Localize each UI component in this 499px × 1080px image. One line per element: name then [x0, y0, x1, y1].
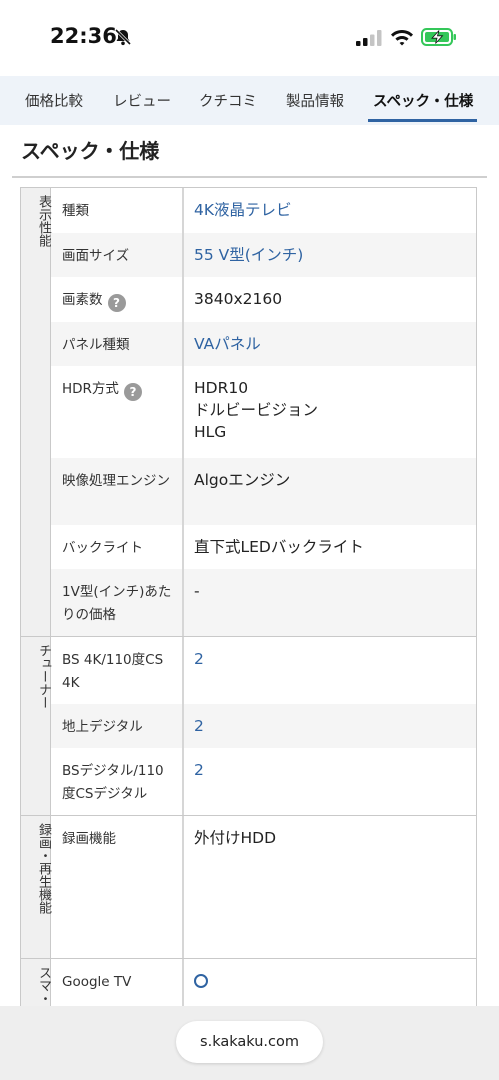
column-divider — [182, 458, 184, 525]
spec-row-label-text: 画素数 — [62, 292, 103, 308]
spec-row: HDR方式? HDR10 ドルビービジョン HLG — [51, 366, 476, 458]
spec-row-label: 地上デジタル — [62, 716, 174, 739]
tab-product-info[interactable]: 製品情報 — [286, 90, 344, 111]
spec-row-label: 映像処理エンジン — [62, 470, 174, 493]
spec-value: 直下式LEDバックライト — [194, 538, 364, 556]
spec-group-label-text: 表示性能 — [36, 195, 51, 247]
spec-group-label-text: チューナー — [36, 644, 51, 709]
spec-value: 外付けHDD — [194, 829, 277, 847]
browser-bottom-bar: s.kakaku.com — [0, 1006, 499, 1080]
supported-circle-icon[interactable] — [194, 974, 208, 988]
spec-row-label: BS 4K/110度CS 4K — [62, 649, 174, 695]
spec-row-label: 録画機能 — [62, 828, 174, 851]
spec-row-label: BSデジタル/110度CSデジタル — [62, 760, 174, 806]
spec-value-link[interactable]: 2 — [194, 715, 474, 737]
tab-bar: 価格比較 レビュー クチコミ 製品情報 スペック・仕様 — [0, 76, 499, 125]
spec-row-label-text: 1V型(インチ)あたりの価格 — [62, 584, 172, 623]
column-divider — [182, 366, 184, 458]
spec-group: 表示性能 種類 4K液晶テレビ画面サイズ 55 V型(インチ) 画素数? 3840x216… — [21, 188, 476, 636]
spec-row-label: 画面サイズ — [62, 245, 174, 268]
spec-group: 録画・再生機能 録画機能 外付けHDD — [21, 815, 476, 958]
cellular-signal-icon — [356, 30, 382, 46]
section-title: スペック・仕様 — [21, 139, 160, 163]
spec-row: 1V型(インチ)あたりの価格 - — [51, 569, 476, 636]
spec-row: BSデジタル/110度CSデジタル 2 — [51, 748, 476, 815]
tab-specs[interactable]: スペック・仕様 — [373, 90, 473, 111]
spec-value: 3840x2160 — [194, 290, 283, 308]
spec-row-label: 1V型(インチ)あたりの価格 — [62, 581, 174, 627]
spec-group-label-text: 録画・再生機能 — [36, 823, 51, 914]
spec-group-label: 表示性能 — [21, 188, 51, 636]
tab-word-of-mouth[interactable]: クチコミ — [199, 90, 257, 111]
spec-row-label-text: バックライト — [62, 540, 143, 556]
spec-value: HDR10 ドルビービジョン HLG — [194, 379, 319, 441]
spec-row: バックライト 直下式LEDバックライト — [51, 525, 476, 569]
spec-group: チューナー BS 4K/110度CS 4K 2 地上デジタル 2 BSデジタル/110度C… — [21, 636, 476, 815]
spec-row: 映像処理エンジン Algoエンジン — [51, 458, 476, 525]
help-icon[interactable]: ? — [123, 383, 142, 401]
status-bar: 22:36 — [0, 0, 499, 76]
spec-value-link[interactable] — [194, 970, 474, 994]
column-divider — [182, 322, 184, 366]
spec-value-link[interactable]: 2 — [194, 648, 474, 670]
spec-row: 画面サイズ 55 V型(インチ) — [51, 233, 476, 277]
spec-row-label-text: 地上デジタル — [62, 719, 143, 735]
spec-row: 録画機能 外付けHDD — [51, 816, 476, 958]
spec-value-link[interactable]: 4K液晶テレビ — [194, 199, 474, 221]
column-divider — [182, 569, 184, 636]
column-divider — [182, 816, 184, 958]
column-divider — [182, 704, 184, 748]
spec-group-label-text: スマ・ — [36, 966, 51, 1005]
spec-row-label-text: 映像処理エンジン — [62, 473, 170, 489]
spec-row-label: パネル種類 — [62, 334, 174, 357]
help-icon[interactable]: ? — [107, 294, 126, 312]
tab-reviews[interactable]: レビュー — [113, 90, 171, 111]
spec-row-label-text: BSデジタル/110度CSデジタル — [62, 763, 164, 802]
column-divider — [182, 525, 184, 569]
spec-value-link[interactable]: VAパネル — [194, 333, 474, 355]
column-divider — [182, 748, 184, 815]
spec-value: - — [194, 582, 200, 600]
status-time: 22:36 — [50, 24, 117, 48]
spec-row-label-text: Google TV — [62, 974, 132, 990]
spec-group: スマ・ Google TV — [21, 958, 476, 1007]
spec-row-label: Google TV — [62, 971, 174, 994]
column-divider — [182, 233, 184, 277]
tab-price-compare[interactable]: 価格比較 — [25, 90, 83, 111]
spec-row-label: HDR方式? — [62, 378, 174, 401]
spec-row: BS 4K/110度CS 4K 2 — [51, 637, 476, 704]
wifi-icon — [391, 30, 413, 46]
spec-row-label-text: 録画機能 — [62, 831, 116, 847]
title-divider — [12, 176, 487, 178]
spec-row-label-text: BS 4K/110度CS 4K — [62, 652, 164, 691]
address-bar[interactable]: s.kakaku.com — [176, 1021, 323, 1063]
spec-table: 表示性能 種類 4K液晶テレビ画面サイズ 55 V型(インチ) 画素数? 3840x216… — [20, 187, 477, 1008]
spec-value-link[interactable]: 2 — [194, 759, 474, 781]
spec-row: パネル種類 VAパネル — [51, 322, 476, 366]
spec-row: 種類 4K液晶テレビ — [51, 188, 476, 233]
bell-slash-icon — [114, 28, 132, 46]
spec-value-link[interactable]: 55 V型(インチ) — [194, 244, 474, 266]
spec-row-label-text: 画面サイズ — [62, 248, 130, 264]
spec-row: Google TV — [51, 959, 476, 1007]
spec-group-label: チューナー — [21, 637, 51, 815]
battery-charging-icon — [421, 28, 456, 46]
active-tab-indicator — [368, 119, 477, 122]
column-divider — [182, 277, 184, 322]
spec-row-label: バックライト — [62, 537, 174, 560]
column-divider — [182, 637, 184, 704]
column-divider — [182, 959, 184, 1007]
spec-row: 画素数? 3840x2160 — [51, 277, 476, 322]
spec-row-label: 種類 — [62, 200, 174, 223]
spec-row-label: 画素数? — [62, 289, 174, 312]
spec-group-label: 録画・再生機能 — [21, 816, 51, 958]
spec-row: 地上デジタル 2 — [51, 704, 476, 748]
spec-value: Algoエンジン — [194, 471, 291, 489]
column-divider — [182, 188, 184, 233]
spec-row-label-text: 種類 — [62, 203, 89, 219]
spec-row-label-text: HDR方式 — [62, 381, 119, 397]
spec-row-label-text: パネル種類 — [62, 337, 130, 353]
spec-group-label: スマ・ — [21, 959, 51, 1007]
